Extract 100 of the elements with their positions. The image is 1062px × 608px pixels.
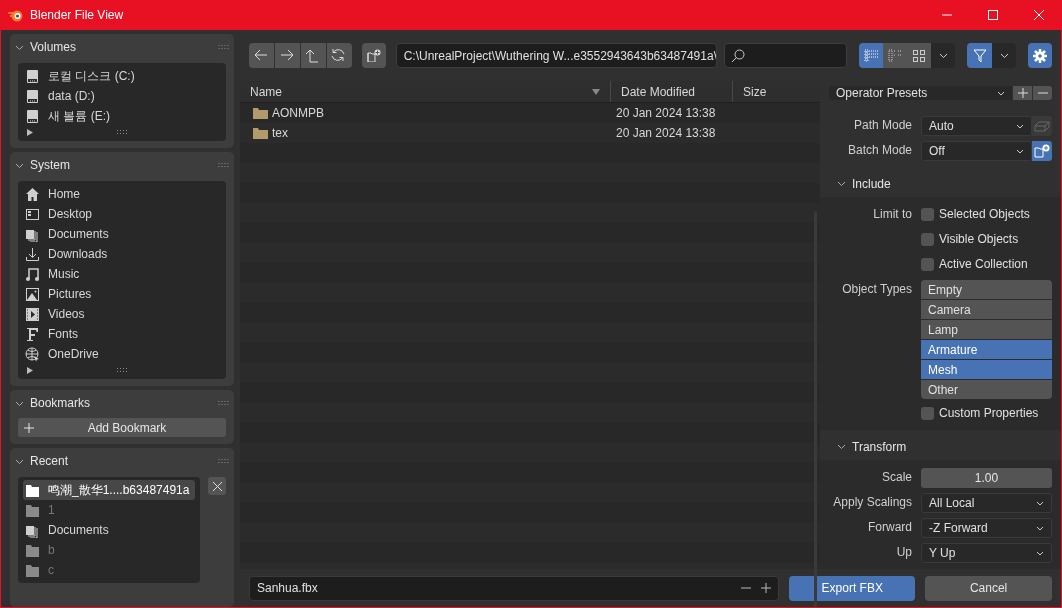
checkbox-label: Visible Objects xyxy=(939,231,1019,248)
dropdown-field[interactable]: Y Up xyxy=(921,543,1052,563)
checkbox[interactable] xyxy=(921,257,934,271)
cancel-button[interactable]: Cancel xyxy=(925,575,1052,601)
remove-preset-button[interactable] xyxy=(1033,86,1052,100)
chevron-down-icon xyxy=(1036,525,1044,531)
list-item[interactable]: Pictures xyxy=(23,284,221,304)
checkbox[interactable] xyxy=(921,406,934,420)
clear-recent-button[interactable] xyxy=(208,477,226,495)
option-toggle[interactable]: Mesh xyxy=(921,360,1052,379)
settings-button[interactable] xyxy=(1028,43,1052,68)
grid-view-icon xyxy=(912,49,927,62)
search-field[interactable] xyxy=(723,43,848,68)
add-preset-button[interactable] xyxy=(1013,86,1032,100)
chevron-down-icon xyxy=(1016,123,1024,129)
folder-icon xyxy=(25,502,40,518)
date-modified: 20 Jan 2024 13:38 xyxy=(615,105,716,122)
drive-icon xyxy=(25,108,40,124)
option-toggle[interactable]: Lamp xyxy=(921,320,1052,339)
checkbox-label: Active Collection xyxy=(939,256,1028,273)
chevron-down-icon[interactable] xyxy=(837,442,846,451)
drag-handle-icon[interactable] xyxy=(116,367,128,373)
panel-title[interactable]: Volumes xyxy=(30,38,77,56)
view-mode-button[interactable] xyxy=(907,43,932,68)
toggle-button[interactable] xyxy=(1032,141,1052,161)
filter-button[interactable] xyxy=(967,43,993,68)
dropdown-field[interactable]: Auto xyxy=(921,116,1032,136)
drag-handle-icon[interactable] xyxy=(218,400,229,406)
list-item[interactable]: Music xyxy=(23,264,221,284)
new-folder-button[interactable] xyxy=(361,43,386,68)
field-label: Scale xyxy=(881,470,912,484)
filename-field[interactable]: Sanhua.fbx xyxy=(249,575,780,601)
chevron-down-icon xyxy=(997,90,1005,96)
section-title[interactable]: Transform xyxy=(852,437,907,456)
back-arrow-icon xyxy=(253,48,270,63)
field-label: Path Mode xyxy=(853,118,912,132)
forward-arrow-icon xyxy=(279,48,296,63)
chevron-down-icon[interactable] xyxy=(837,179,846,188)
maximize-icon[interactable] xyxy=(988,10,998,20)
list-item[interactable]: Downloads xyxy=(23,244,221,264)
plus-icon xyxy=(1017,88,1028,98)
number-field[interactable]: 1.00 xyxy=(921,468,1052,488)
export-button[interactable]: Export FBX xyxy=(789,575,916,601)
nav-button[interactable] xyxy=(300,43,326,68)
close-icon xyxy=(212,481,222,491)
list-item[interactable]: Videos xyxy=(23,304,221,324)
panel-title[interactable]: System xyxy=(30,156,70,174)
column-header[interactable]: Name xyxy=(240,81,610,102)
folder-icon xyxy=(253,107,268,119)
list-item[interactable]: Documents xyxy=(23,520,195,540)
list-item[interactable]: OneDrive xyxy=(23,344,221,364)
add-bookmark-button[interactable]: Add Bookmark xyxy=(18,418,226,437)
dropdown-field[interactable]: Off xyxy=(921,141,1032,161)
drag-handle-icon[interactable] xyxy=(218,162,229,168)
list-item[interactable]: 새 볼륨 (E:) xyxy=(23,106,221,126)
checkbox[interactable] xyxy=(921,232,934,246)
list-item[interactable]: Documents xyxy=(23,224,221,244)
minus-icon xyxy=(1037,92,1048,94)
panel-title[interactable]: Recent xyxy=(30,452,69,470)
drag-handle-icon[interactable] xyxy=(218,44,229,50)
plus-icon[interactable] xyxy=(761,583,772,593)
settings-icon xyxy=(1033,48,1048,63)
music-note-icon xyxy=(25,266,40,282)
expand-arrow-icon[interactable] xyxy=(27,366,33,374)
drive-icon xyxy=(25,88,40,104)
field-label: Limit to xyxy=(873,207,912,221)
search-icon xyxy=(730,48,745,63)
list-item[interactable]: Desktop xyxy=(23,204,221,224)
new-folder-icon xyxy=(366,49,381,62)
column-header[interactable]: Size xyxy=(732,81,820,102)
toggle-button[interactable] xyxy=(1032,116,1052,136)
list-item[interactable]: 로컬 디스크 (C:) xyxy=(23,66,221,86)
nav-button[interactable] xyxy=(274,43,300,68)
list-item[interactable]: Home xyxy=(23,184,221,204)
minus-icon[interactable] xyxy=(741,587,752,589)
section-title[interactable]: Include xyxy=(852,174,891,193)
presets-dropdown[interactable]: Operator Presets xyxy=(829,86,1012,100)
chevron-down-icon xyxy=(1036,500,1044,506)
checkbox[interactable] xyxy=(921,207,934,221)
picture-icon xyxy=(25,286,40,302)
list-item[interactable]: 鸣潮_散华1....b63487491a xyxy=(23,480,195,500)
drag-handle-icon[interactable] xyxy=(116,129,128,135)
dropdown-field[interactable]: -Z Forward xyxy=(921,518,1052,538)
expand-arrow-icon[interactable] xyxy=(27,128,33,136)
list-item[interactable]: data (D:) xyxy=(23,86,221,106)
dropdown-field[interactable]: All Local xyxy=(921,493,1052,513)
option-toggle[interactable]: Armature xyxy=(921,340,1052,359)
close-icon[interactable] xyxy=(1034,10,1044,20)
option-toggle[interactable]: Other xyxy=(921,380,1052,399)
drag-handle-icon[interactable] xyxy=(218,458,229,464)
home-icon xyxy=(25,186,40,202)
panel-title[interactable]: Bookmarks xyxy=(30,394,91,412)
column-view-icon xyxy=(888,49,903,62)
nav-button[interactable] xyxy=(326,43,352,68)
option-toggle[interactable]: Camera xyxy=(921,300,1052,319)
column-header[interactable]: Date Modified xyxy=(610,81,732,102)
option-toggle[interactable]: Empty xyxy=(921,280,1052,299)
plus-icon xyxy=(24,422,34,433)
chevron-down-icon xyxy=(999,52,1009,59)
list-item[interactable]: Fonts xyxy=(23,324,221,344)
